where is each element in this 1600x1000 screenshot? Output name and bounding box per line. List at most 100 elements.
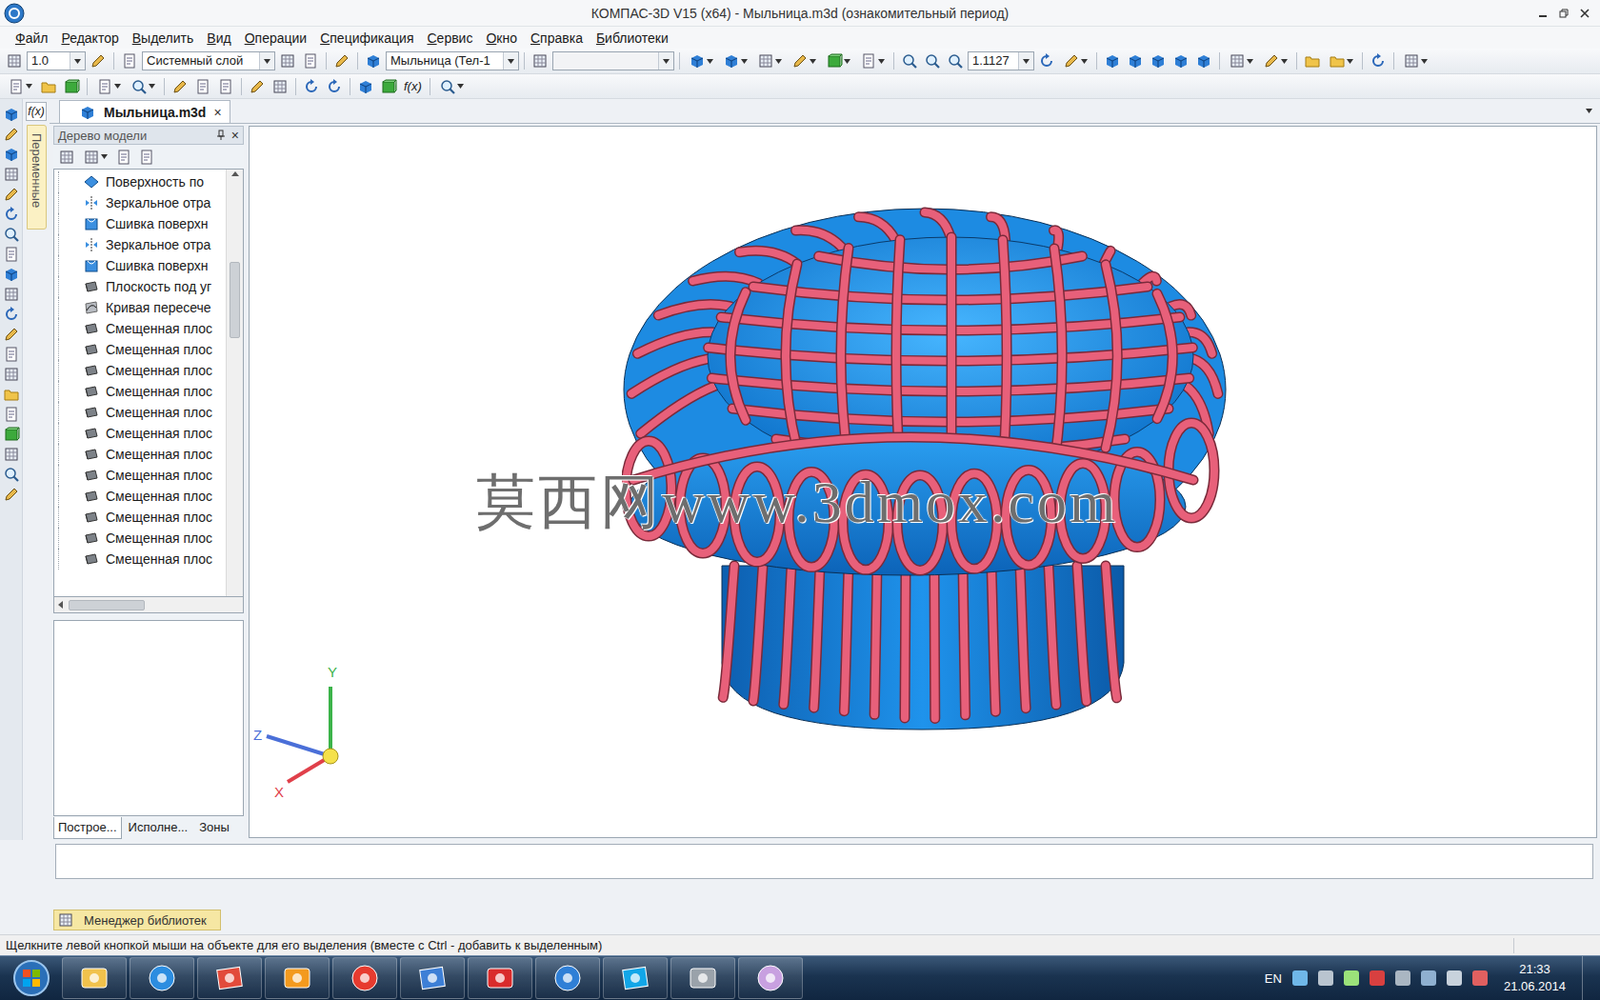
toolbar-button[interactable] <box>119 50 140 72</box>
panel-button[interactable] <box>1 364 21 384</box>
toolbar-button[interactable] <box>719 50 752 72</box>
menu-item[interactable]: Спецификация <box>314 28 420 48</box>
tree-item[interactable]: Поверхность по <box>54 171 226 193</box>
dropdown-arrow-icon[interactable] <box>507 59 515 64</box>
dropdown-arrow-icon[interactable] <box>457 83 464 89</box>
tree-item[interactable]: Плоскость под уг <box>54 276 226 298</box>
toolbar-button[interactable] <box>944 50 966 72</box>
menu-item[interactable]: Вид <box>200 28 237 48</box>
scale-combo[interactable]: 1.0 <box>26 51 86 71</box>
volume-icon[interactable] <box>1446 970 1462 986</box>
toolbar-button[interactable] <box>38 76 60 98</box>
toolbar-button[interactable] <box>87 50 109 72</box>
combo-button[interactable] <box>658 52 674 70</box>
flag-icon[interactable] <box>1472 970 1488 986</box>
toolbar-button[interactable] <box>821 50 855 72</box>
menu-item[interactable]: Окно <box>480 28 523 48</box>
tree-item[interactable]: Смещенная плос <box>54 360 226 381</box>
tree-item[interactable]: Смещенная плос <box>54 485 226 507</box>
tree-item[interactable]: Смещенная плос <box>54 527 226 549</box>
taskbar-app[interactable] <box>535 957 600 1000</box>
network-icon[interactable] <box>1292 970 1308 986</box>
tree-item[interactable]: Смещенная плос <box>54 548 226 570</box>
tree-close-button[interactable]: × <box>231 127 240 143</box>
toolbar-button[interactable] <box>921 50 943 72</box>
taskbar-app[interactable] <box>129 957 195 1000</box>
tree-tab[interactable]: Зоны <box>194 817 235 840</box>
menu-item[interactable]: Операции <box>239 28 314 48</box>
toolbar-button[interactable] <box>331 50 353 72</box>
dropdown-arrow-icon[interactable] <box>148 83 156 89</box>
toolbar-button[interactable] <box>300 76 322 98</box>
toolbar-button[interactable] <box>1036 50 1058 72</box>
toolbar-button[interactable] <box>136 146 158 168</box>
tree-tab[interactable]: Построе... <box>53 817 122 840</box>
toolbar-button[interactable] <box>1324 50 1358 72</box>
toolbar-button[interactable] <box>246 76 268 98</box>
toolbar-button[interactable] <box>1301 50 1323 72</box>
formula-button[interactable]: f(x) <box>400 76 425 98</box>
document-close-button[interactable]: × <box>213 104 221 120</box>
layer-combo[interactable]: Системный слой <box>141 51 276 71</box>
tree-item[interactable]: Смещенная плос <box>54 443 226 465</box>
toolbar-button[interactable] <box>362 50 384 72</box>
tree-item[interactable]: Кривая пересече <box>54 297 226 319</box>
toolbar-button[interactable] <box>323 76 345 98</box>
toolbar-button[interactable] <box>277 50 299 72</box>
toolbar-button[interactable] <box>126 76 160 98</box>
panel-button[interactable] <box>1 244 21 264</box>
toolbar-button[interactable] <box>1170 50 1192 72</box>
toolbar-button[interactable] <box>1193 50 1215 72</box>
clock[interactable]: 21:3321.06.2014 <box>1498 960 1572 996</box>
command-input[interactable] <box>55 843 1594 880</box>
toolbar-button[interactable] <box>92 76 125 98</box>
vertical-scrollbar[interactable] <box>225 169 243 597</box>
dropdown-arrow-icon[interactable] <box>1080 59 1088 64</box>
panel-button[interactable] <box>1 124 21 144</box>
tab-list-button[interactable] <box>1578 100 1600 123</box>
toolbar-button[interactable] <box>1147 50 1169 72</box>
panel-button[interactable] <box>1 284 21 304</box>
monitor-icon[interactable] <box>1395 970 1411 986</box>
panel-button[interactable] <box>1 344 21 364</box>
toolbar-button[interactable] <box>1124 50 1146 72</box>
dropdown-arrow-icon[interactable] <box>100 154 108 160</box>
toolbar-button[interactable] <box>1367 50 1389 72</box>
tree-item[interactable]: Смещенная плос <box>54 401 226 423</box>
pin-icon[interactable] <box>216 129 226 141</box>
panel-button[interactable] <box>1 264 21 284</box>
toolbar-button[interactable] <box>215 76 237 98</box>
panel-button[interactable] <box>1 464 21 484</box>
tree-item[interactable]: Смещенная плос <box>54 318 226 340</box>
toolbar-button[interactable] <box>3 50 25 72</box>
scroll-thumb[interactable] <box>229 261 240 339</box>
tree-item[interactable]: Сшивка поверхн <box>54 255 226 277</box>
scroll-left-icon[interactable] <box>58 600 63 609</box>
dropdown-arrow-icon[interactable] <box>662 59 670 64</box>
app-tray-icon[interactable] <box>1343 970 1360 986</box>
panel-button[interactable] <box>1 324 21 344</box>
formula-panel-button[interactable]: f(x) <box>25 101 47 121</box>
toolbar-button[interactable] <box>269 76 291 98</box>
panel-button[interactable] <box>1 224 21 244</box>
dropdown-arrow-icon[interactable] <box>1022 59 1030 64</box>
toolbar-button[interactable] <box>60 76 82 98</box>
taskbar-app[interactable] <box>332 957 398 1000</box>
part-combo[interactable]: Мыльница (Тел-1 <box>385 51 520 71</box>
combo-button[interactable] <box>259 52 275 70</box>
tree-item[interactable]: Зеркальное отра <box>54 234 226 256</box>
panel-button[interactable] <box>1 304 21 324</box>
toolbar-button[interactable] <box>192 76 214 98</box>
toolbar-button[interactable] <box>113 146 135 168</box>
toolbar-button[interactable] <box>300 50 321 72</box>
library-manager-tab[interactable]: Менеджер библиотек <box>53 909 221 931</box>
language-indicator[interactable]: EN <box>1264 971 1282 986</box>
toolbar-button[interactable] <box>79 146 112 168</box>
tree-item[interactable]: Сшивка поверхн <box>54 213 226 235</box>
panel-button[interactable] <box>1 484 21 504</box>
toolbar-button[interactable] <box>435 76 468 98</box>
dropdown-arrow-icon[interactable] <box>25 83 33 89</box>
dropdown-arrow-icon[interactable] <box>74 59 81 64</box>
minimize-button[interactable] <box>1535 5 1551 21</box>
menu-item[interactable]: Сервис <box>420 28 479 48</box>
